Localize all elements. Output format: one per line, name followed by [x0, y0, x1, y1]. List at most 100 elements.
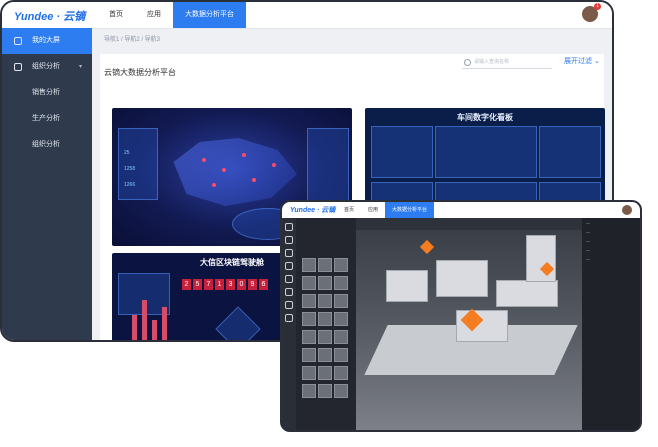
- top-nav: 首页 应用 大数据分析平台: [97, 2, 246, 28]
- chart-bar: [142, 300, 147, 340]
- factory-building: [496, 280, 558, 307]
- map-marker: [222, 168, 226, 172]
- kpi-value: 1266: [124, 182, 136, 188]
- sidebar-item-sales-analysis[interactable]: 销售分析: [2, 80, 92, 106]
- sidebar-item-label: 组织分析: [32, 63, 60, 70]
- map-marker: [272, 163, 276, 167]
- dashboard-title: 车间数字化看板: [457, 113, 513, 122]
- map-marker: [252, 178, 256, 182]
- editor-top-nav: 首页 应用 大数据分析平台: [337, 202, 435, 218]
- model-tile[interactable]: [302, 366, 316, 380]
- counter-digit: 0: [237, 279, 246, 290]
- expand-filter-label: 展开过滤: [564, 58, 592, 65]
- search-input[interactable]: 请输入查询名称: [462, 55, 552, 69]
- model-tile[interactable]: [318, 294, 332, 308]
- model-tile[interactable]: [302, 330, 316, 344]
- model-tile[interactable]: [318, 366, 332, 380]
- sidebar-item-org-analysis[interactable]: 组织分析 ▾: [2, 54, 92, 80]
- chart-bar: [162, 307, 167, 340]
- sidebar-item-my-screens[interactable]: 我的大屏: [2, 28, 92, 54]
- sidebar-item-production-analysis[interactable]: 生产分析: [2, 106, 92, 132]
- editor-toolbar[interactable]: [356, 218, 582, 230]
- counter-digits: 2 5 7 1 3 0 9 6: [182, 279, 268, 290]
- counter-digit: 1: [215, 279, 224, 290]
- brand-logo[interactable]: Yundee · 云镝: [14, 8, 85, 24]
- model-tile[interactable]: [334, 384, 348, 398]
- light-tool-icon[interactable]: [285, 288, 293, 296]
- model-tile[interactable]: [318, 258, 332, 272]
- nav-apps[interactable]: 应用: [135, 2, 173, 28]
- nav-home[interactable]: 首页: [337, 202, 361, 218]
- move-tool-icon[interactable]: [285, 236, 293, 244]
- avatar[interactable]: [622, 205, 632, 215]
- nav-bigdata-platform[interactable]: 大数据分析平台: [385, 202, 435, 218]
- model-tile[interactable]: [334, 312, 348, 326]
- camera-tool-icon[interactable]: [285, 301, 293, 309]
- left-stats-panel: [118, 128, 158, 200]
- breadcrumb[interactable]: 导航1 / 导航2 / 导航3: [104, 34, 160, 43]
- model-tile[interactable]: [334, 258, 348, 272]
- settings-tool-icon[interactable]: [285, 314, 293, 322]
- chevron-down-icon: ⌄: [593, 58, 600, 65]
- factory-building: [436, 260, 488, 297]
- 3d-viewport[interactable]: [356, 230, 582, 430]
- model-tile[interactable]: [334, 366, 348, 380]
- model-tile[interactable]: [302, 276, 316, 290]
- property-row[interactable]: —: [582, 227, 640, 236]
- map-region: [173, 138, 297, 206]
- sidebar-item-org-analysis-sub[interactable]: 组织分析: [2, 132, 92, 158]
- chart-panel: [539, 126, 601, 178]
- property-row[interactable]: —: [582, 254, 640, 263]
- model-tile[interactable]: [302, 294, 316, 308]
- right-stats-panel: [307, 128, 349, 210]
- screen-icon: [14, 37, 22, 45]
- sidebar: 我的大屏 组织分析 ▾ 销售分析 生产分析 组织分析: [2, 28, 92, 340]
- notification-badge: 1: [594, 3, 601, 10]
- model-tile[interactable]: [334, 330, 348, 344]
- model-library-panel: [296, 218, 356, 430]
- model-tile[interactable]: [318, 384, 332, 398]
- avatar[interactable]: 1: [582, 3, 601, 22]
- editor-top-bar: Yundee · 云镝 首页 应用 大数据分析平台: [282, 202, 640, 218]
- blockchain-cube: [215, 306, 261, 340]
- model-tile[interactable]: [334, 276, 348, 290]
- factory-building: [456, 310, 508, 342]
- model-tile[interactable]: [334, 294, 348, 308]
- tool-strip: [282, 218, 296, 430]
- chart-bar: [132, 315, 137, 340]
- nav-apps[interactable]: 应用: [361, 202, 385, 218]
- brand-logo[interactable]: Yundee · 云镝: [290, 205, 335, 215]
- rotate-tool-icon[interactable]: [285, 249, 293, 257]
- search-placeholder: 请输入查询名称: [474, 59, 510, 65]
- scale-tool-icon[interactable]: [285, 262, 293, 270]
- counter-digit: 6: [259, 279, 268, 290]
- select-tool-icon[interactable]: [285, 223, 293, 231]
- model-tile[interactable]: [334, 348, 348, 362]
- counter-digit: 3: [226, 279, 235, 290]
- model-tile[interactable]: [318, 330, 332, 344]
- property-row[interactable]: —: [582, 218, 640, 227]
- map-marker: [202, 158, 206, 162]
- nav-bigdata-platform[interactable]: 大数据分析平台: [173, 2, 246, 28]
- model-tile[interactable]: [318, 276, 332, 290]
- chart-bar: [152, 320, 157, 340]
- property-row[interactable]: —: [582, 236, 640, 245]
- counter-digit: 9: [248, 279, 257, 290]
- property-row[interactable]: —: [582, 245, 640, 254]
- gear-icon: [14, 63, 22, 71]
- model-tile[interactable]: [302, 348, 316, 362]
- marker-crystal[interactable]: [419, 239, 435, 255]
- kpi-value: 25: [124, 150, 130, 156]
- layer-tool-icon[interactable]: [285, 275, 293, 283]
- map-marker: [212, 183, 216, 187]
- counter-digit: 2: [182, 279, 191, 290]
- model-tile[interactable]: [302, 258, 316, 272]
- model-tile[interactable]: [318, 312, 332, 326]
- model-tile[interactable]: [318, 348, 332, 362]
- expand-filter-button[interactable]: 展开过滤 ⌄: [564, 56, 600, 66]
- model-tile[interactable]: [302, 312, 316, 326]
- factory-building: [386, 270, 428, 302]
- model-tile[interactable]: [302, 384, 316, 398]
- nav-home[interactable]: 首页: [97, 2, 135, 28]
- kpi-value: 1258: [124, 166, 136, 172]
